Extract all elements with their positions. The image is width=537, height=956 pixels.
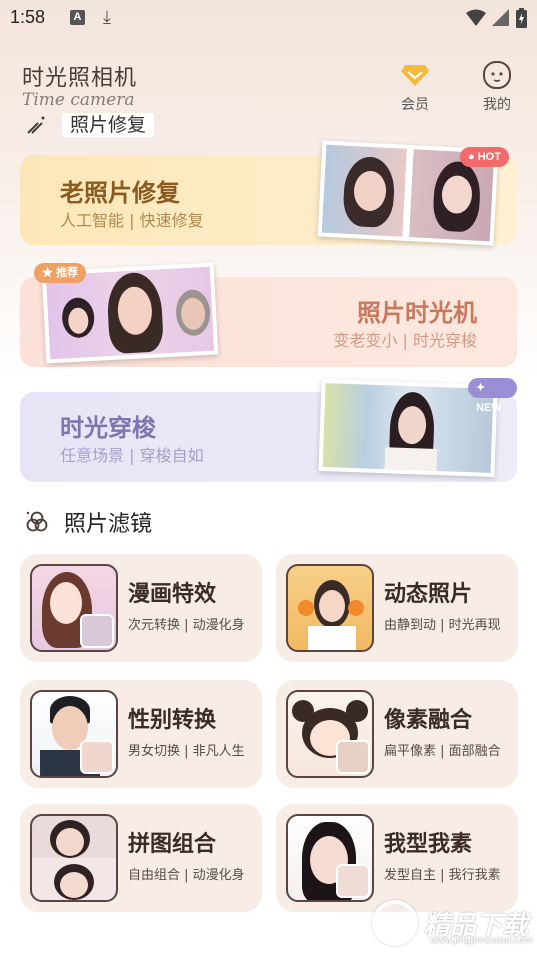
filter-subtitle: 男女切换 | 非凡人生	[128, 744, 245, 759]
site-watermark: 精品下载 www.jingpinxiazai.com	[372, 900, 533, 946]
banner-subtitle: 变老变小 | 时光穿梭	[333, 331, 477, 350]
banner-photo-time-machine[interactable]: ★ 推荐 照片时光机 变老变小 | 时光穿梭	[20, 262, 517, 367]
filter-subtitle: 扁平像素 | 面部融合	[384, 744, 501, 759]
filter-thumb	[286, 690, 374, 778]
star-icon: ★	[42, 267, 53, 279]
section-peek-label: 照片修复	[62, 113, 155, 137]
filter-card-live-photo[interactable]: 动态照片 由静到动 | 时光再现	[276, 554, 518, 662]
filter-title: 漫画特效	[128, 582, 217, 607]
app-subtitle: Time camera	[22, 90, 135, 110]
download-icon: ⤓	[103, 7, 111, 28]
filter-subtitle: 自由组合 | 动漫化身	[128, 868, 245, 883]
filter-card-comic[interactable]: 漫画特效 次元转换 | 动漫化身	[20, 554, 262, 662]
filter-title: 我型我素	[384, 832, 473, 857]
filter-mini-photo	[80, 614, 114, 648]
banner-subtitle: 任意场景 | 穿梭自如	[60, 446, 204, 465]
flame-icon: ●	[468, 151, 475, 163]
filter-thumb	[30, 814, 118, 902]
banner-title: 老照片修复	[60, 179, 180, 207]
notification-a-icon: A	[70, 10, 85, 25]
status-time: 1:58	[10, 7, 46, 27]
filter-title: 拼图组合	[128, 832, 217, 857]
member-button[interactable]: 会员	[390, 60, 440, 114]
filter-mini-photo	[336, 864, 370, 898]
filter-title: 性别转换	[128, 708, 217, 733]
recommend-badge: ★ 推荐	[34, 263, 87, 283]
filter-title: 像素融合	[384, 708, 473, 733]
banner-title: 时光穿梭	[60, 414, 156, 442]
recommend-badge-label: 推荐	[56, 267, 79, 279]
banner-time-travel[interactable]: 时光穿梭 任意场景 | 穿梭自如 ✦ NEW	[20, 378, 517, 482]
wand-icon	[27, 116, 45, 134]
filter-mini-photo	[80, 740, 114, 774]
watermark-url: www.jingpinxiazai.com	[430, 936, 533, 946]
filter-mini-photo	[336, 740, 370, 774]
member-label: 会员	[401, 97, 429, 113]
filter-subtitle: 由静到动 | 时光再现	[384, 618, 501, 633]
filter-card-my-style[interactable]: 我型我素 发型自主 | 我行我素	[276, 804, 518, 912]
sparkle-icon: ✦	[476, 382, 486, 394]
new-badge: ✦ NEW	[468, 378, 517, 414]
filter-title: 动态照片	[384, 582, 473, 607]
status-bar: 1:58 A ⤓	[0, 0, 537, 36]
banner-old-photo-repair[interactable]: 老照片修复 人工智能 | 快速修复 ● HOT	[20, 140, 517, 246]
filter-circles-icon	[26, 511, 48, 532]
filter-thumb	[286, 564, 374, 652]
banner-subtitle: 人工智能 | 快速修复	[60, 211, 204, 230]
filter-thumb	[30, 690, 118, 778]
battery-icon	[516, 8, 527, 28]
profile-face-icon	[482, 60, 512, 90]
mine-button[interactable]: 我的	[472, 60, 522, 114]
mine-label: 我的	[483, 97, 511, 113]
filter-thumb	[286, 814, 374, 902]
app-title: 时光照相机	[22, 66, 138, 91]
wifi-icon	[466, 9, 486, 26]
filters-heading-label: 照片滤镜	[64, 512, 153, 537]
filter-subtitle: 次元转换 | 动漫化身	[128, 618, 245, 633]
diamond-icon	[400, 60, 430, 90]
watermark-logo-icon	[372, 900, 418, 946]
filter-thumb	[30, 564, 118, 652]
section-filters-heading: 照片滤镜	[24, 506, 152, 538]
hot-badge: ● HOT	[460, 147, 509, 167]
new-badge-label: NEW	[476, 402, 502, 414]
filter-subtitle: 发型自主 | 我行我素	[384, 868, 501, 883]
signal-icon	[492, 9, 509, 26]
banner-title: 照片时光机	[357, 299, 477, 327]
section-photo-repair-heading: 照片修复	[24, 112, 155, 138]
filter-card-collage[interactable]: 拼图组合 自由组合 | 动漫化身	[20, 804, 262, 912]
status-icons	[466, 8, 527, 28]
filter-card-pixel-fusion[interactable]: 像素融合 扁平像素 | 面部融合	[276, 680, 518, 788]
filter-card-gender-swap[interactable]: 性别转换 男女切换 | 非凡人生	[20, 680, 262, 788]
hot-badge-label: HOT	[477, 151, 501, 163]
